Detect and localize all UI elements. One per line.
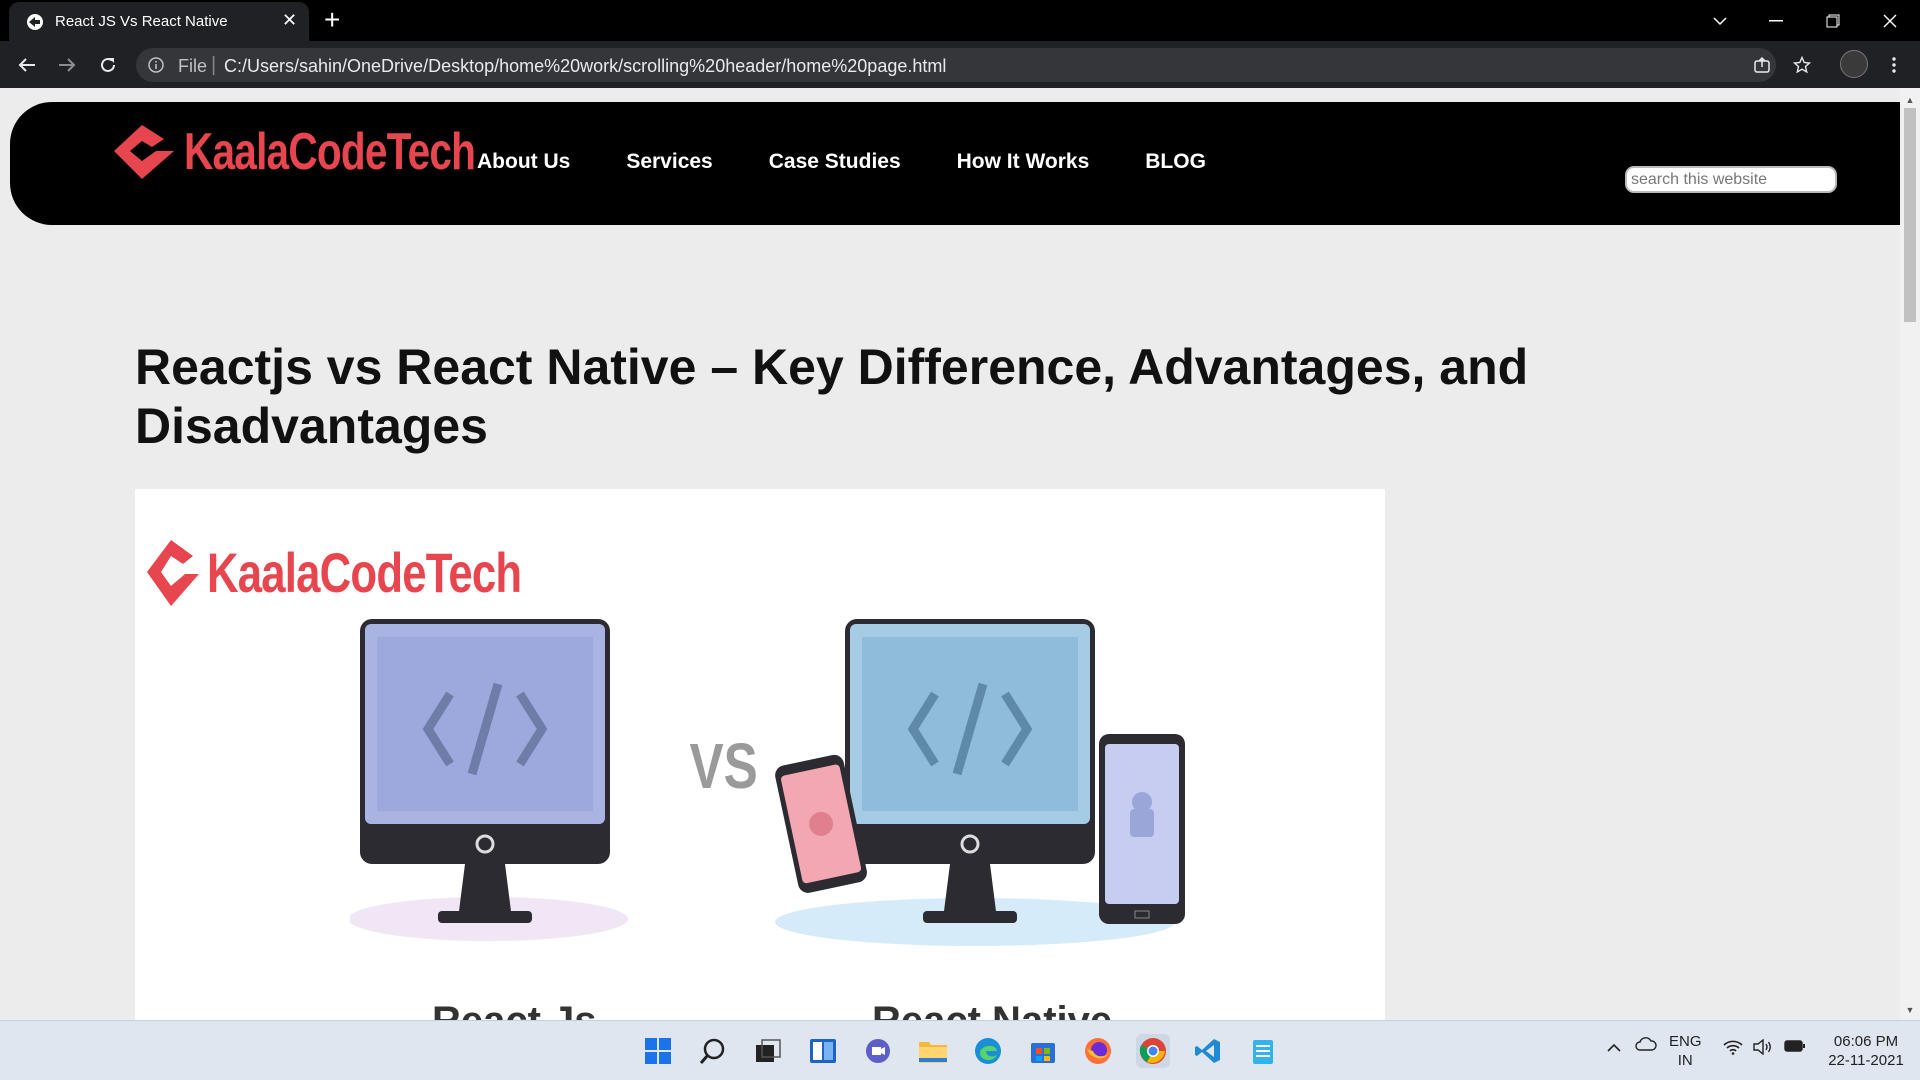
browser-toolbar: File | C:/Users/sahin/OneDrive/Desktop/h… (0, 41, 1920, 88)
restore-button[interactable] (1805, 0, 1861, 41)
article-headline: Reactjs vs React Native – Key Difference… (135, 339, 1529, 454)
search-icon[interactable] (696, 1034, 730, 1068)
react-js-caption: React Js (432, 999, 597, 1020)
vs-text: VS (689, 730, 758, 802)
nav-services[interactable]: Services (626, 150, 712, 174)
nav-how-it-works[interactable]: How It Works (957, 150, 1090, 174)
scrollbar-thumb[interactable] (1904, 108, 1916, 322)
back-button[interactable] (13, 51, 41, 79)
bookmark-star-icon[interactable] (1788, 51, 1816, 79)
arrow-right-icon (59, 58, 76, 72)
image-logo-text: KaalaCodeTech (207, 540, 522, 604)
nav-about-us[interactable]: About Us (477, 150, 570, 174)
browser-tab-strip: React JS Vs React Native ✕ + (0, 0, 1920, 41)
nav-blog[interactable]: BLOG (1145, 150, 1206, 174)
main-nav: About Us Services Case Studies How It Wo… (477, 150, 1262, 174)
microsoft-store-icon[interactable] (1026, 1034, 1060, 1068)
react-native-caption: React Native (872, 999, 1112, 1020)
arrow-left-icon (18, 58, 35, 72)
brand-mark-icon (114, 125, 174, 179)
article-featured-image: KaalaCodeTech VS (135, 489, 1385, 1020)
globe-icon (27, 14, 43, 30)
battery-icon[interactable] (1784, 1039, 1806, 1058)
edge-browser-icon[interactable] (971, 1034, 1005, 1068)
scroll-down-arrow-icon[interactable]: ▼ (1904, 1004, 1916, 1016)
start-windows-icon[interactable] (641, 1034, 675, 1068)
windows-taskbar: ENG IN 06:06 PM 22-11-2021 (0, 1020, 1920, 1080)
region-code: IN (1677, 1052, 1693, 1069)
reload-button[interactable] (94, 51, 122, 79)
vscode-icon[interactable] (1191, 1034, 1225, 1068)
address-scheme: File (178, 56, 208, 76)
widgets-icon[interactable] (806, 1034, 840, 1068)
tab-search-icon[interactable] (1692, 0, 1748, 41)
desktop-monitor-icon (350, 619, 628, 941)
file-explorer-icon[interactable] (916, 1034, 950, 1068)
chrome-icon[interactable] (1136, 1034, 1170, 1068)
address-bar[interactable]: File | C:/Users/sahin/OneDrive/Desktop/h… (136, 48, 1776, 82)
system-clock[interactable]: 06:06 PM 22-11-2021 (1826, 1032, 1906, 1070)
minimize-button[interactable] (1748, 0, 1804, 41)
menu-icon[interactable] (1880, 51, 1908, 79)
clock-date: 22-11-2021 (1828, 1052, 1904, 1069)
forward-button[interactable] (53, 51, 81, 79)
reload-icon (101, 57, 115, 72)
site-header: KaalaCodeTech About Us Services Case Stu… (10, 102, 1900, 225)
site-search-input[interactable] (1625, 166, 1837, 193)
info-icon[interactable] (148, 57, 164, 73)
show-hidden-icons-icon[interactable] (1606, 1039, 1622, 1058)
nav-case-studies[interactable]: Case Studies (769, 150, 901, 174)
wifi-icon[interactable] (1723, 1039, 1743, 1060)
site-logo-text: KaalaCodeTech (184, 123, 476, 181)
firefox-icon[interactable] (1081, 1034, 1115, 1068)
page-viewport: KaalaCodeTech About Us Services Case Stu… (0, 88, 1900, 1020)
new-tab-button[interactable]: + (324, 6, 340, 34)
close-tab-icon[interactable]: ✕ (282, 11, 297, 29)
volume-icon[interactable] (1753, 1038, 1773, 1060)
language-code: ENG (1669, 1033, 1702, 1050)
image-logo: KaalaCodeTech (145, 534, 610, 610)
multi-device-icon (775, 619, 1185, 946)
tab-title: React JS Vs React Native (55, 13, 228, 30)
browser-tab[interactable]: React JS Vs React Native ✕ (9, 2, 309, 41)
address-url[interactable]: C:/Users/sahin/OneDrive/Desktop/home%20w… (224, 56, 946, 77)
task-view-icon[interactable] (751, 1034, 785, 1068)
share-icon[interactable] (1748, 51, 1776, 79)
teams-chat-icon[interactable] (861, 1034, 895, 1068)
clock-time: 06:06 PM (1833, 1033, 1899, 1050)
input-language-indicator[interactable]: ENG IN (1669, 1032, 1702, 1070)
profile-avatar[interactable] (1840, 50, 1868, 78)
brand-mark-icon (147, 540, 199, 606)
onedrive-cloud-icon[interactable] (1635, 1037, 1657, 1056)
scroll-up-arrow-icon[interactable]: ▲ (1904, 94, 1916, 106)
address-separator: | (211, 54, 217, 76)
notepad-icon[interactable] (1246, 1034, 1280, 1068)
close-window-button[interactable] (1862, 0, 1918, 41)
